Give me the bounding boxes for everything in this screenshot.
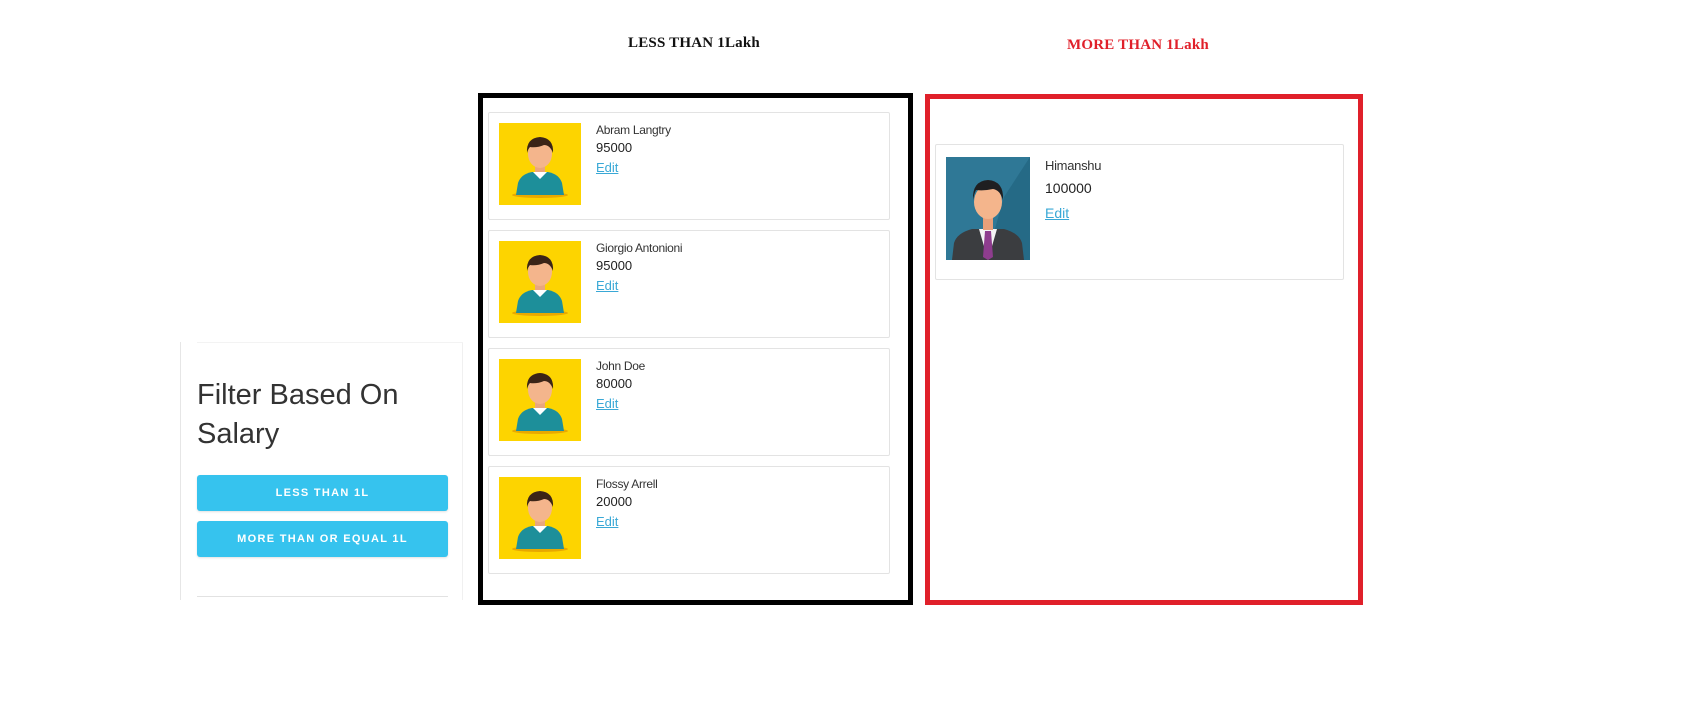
employee-salary: 95000 (596, 258, 633, 273)
employee-card: Himanshu 100000 Edit (935, 144, 1344, 280)
edit-link[interactable]: Edit (596, 278, 618, 293)
employee-name: Giorgio Antonioni (596, 241, 683, 255)
employee-card: Flossy Arrell 20000 Edit (488, 466, 890, 574)
employee-name: Himanshu (1045, 158, 1102, 173)
employee-salary: 80000 (596, 376, 633, 391)
panel-divider (180, 342, 181, 600)
panel-divider (462, 342, 463, 600)
casual-person-avatar-icon (499, 477, 581, 559)
edit-link[interactable]: Edit (596, 160, 618, 175)
employee-name: Abram Langtry (596, 123, 671, 137)
less-than-1l-button[interactable]: LESS THAN 1L (197, 475, 448, 511)
edit-link[interactable]: Edit (596, 396, 618, 411)
filter-title: Filter Based On Salary (197, 379, 399, 450)
filter-panel: Filter Based On Salary LESS THAN 1L MORE… (180, 342, 463, 600)
casual-person-avatar-icon (499, 241, 581, 323)
more-than-heading: MORE THAN 1Lakh (1067, 37, 1209, 53)
panel-divider (197, 596, 448, 597)
edit-link[interactable]: Edit (1045, 205, 1069, 221)
casual-person-avatar-icon (499, 359, 581, 441)
more-than-or-equal-1l-button[interactable]: MORE THAN OR EQUAL 1L (197, 521, 448, 557)
employee-name: Flossy Arrell (596, 477, 658, 491)
employee-name: John Doe (596, 359, 645, 373)
employee-card: Abram Langtry 95000 Edit (488, 112, 890, 220)
business-person-avatar-icon (946, 157, 1030, 260)
employee-salary: 100000 (1045, 180, 1092, 196)
panel-divider (197, 342, 463, 343)
employee-card: John Doe 80000 Edit (488, 348, 890, 456)
employee-salary: 95000 (596, 140, 633, 155)
more-than-column: Himanshu 100000 Edit (925, 94, 1363, 605)
employee-salary: 20000 (596, 494, 633, 509)
less-than-heading: LESS THAN 1Lakh (628, 35, 760, 51)
employee-card: Giorgio Antonioni 95000 Edit (488, 230, 890, 338)
edit-link[interactable]: Edit (596, 514, 618, 529)
less-than-column: Abram Langtry 95000 Edit Giorgio Antonio… (478, 93, 913, 605)
casual-person-avatar-icon (499, 123, 581, 205)
